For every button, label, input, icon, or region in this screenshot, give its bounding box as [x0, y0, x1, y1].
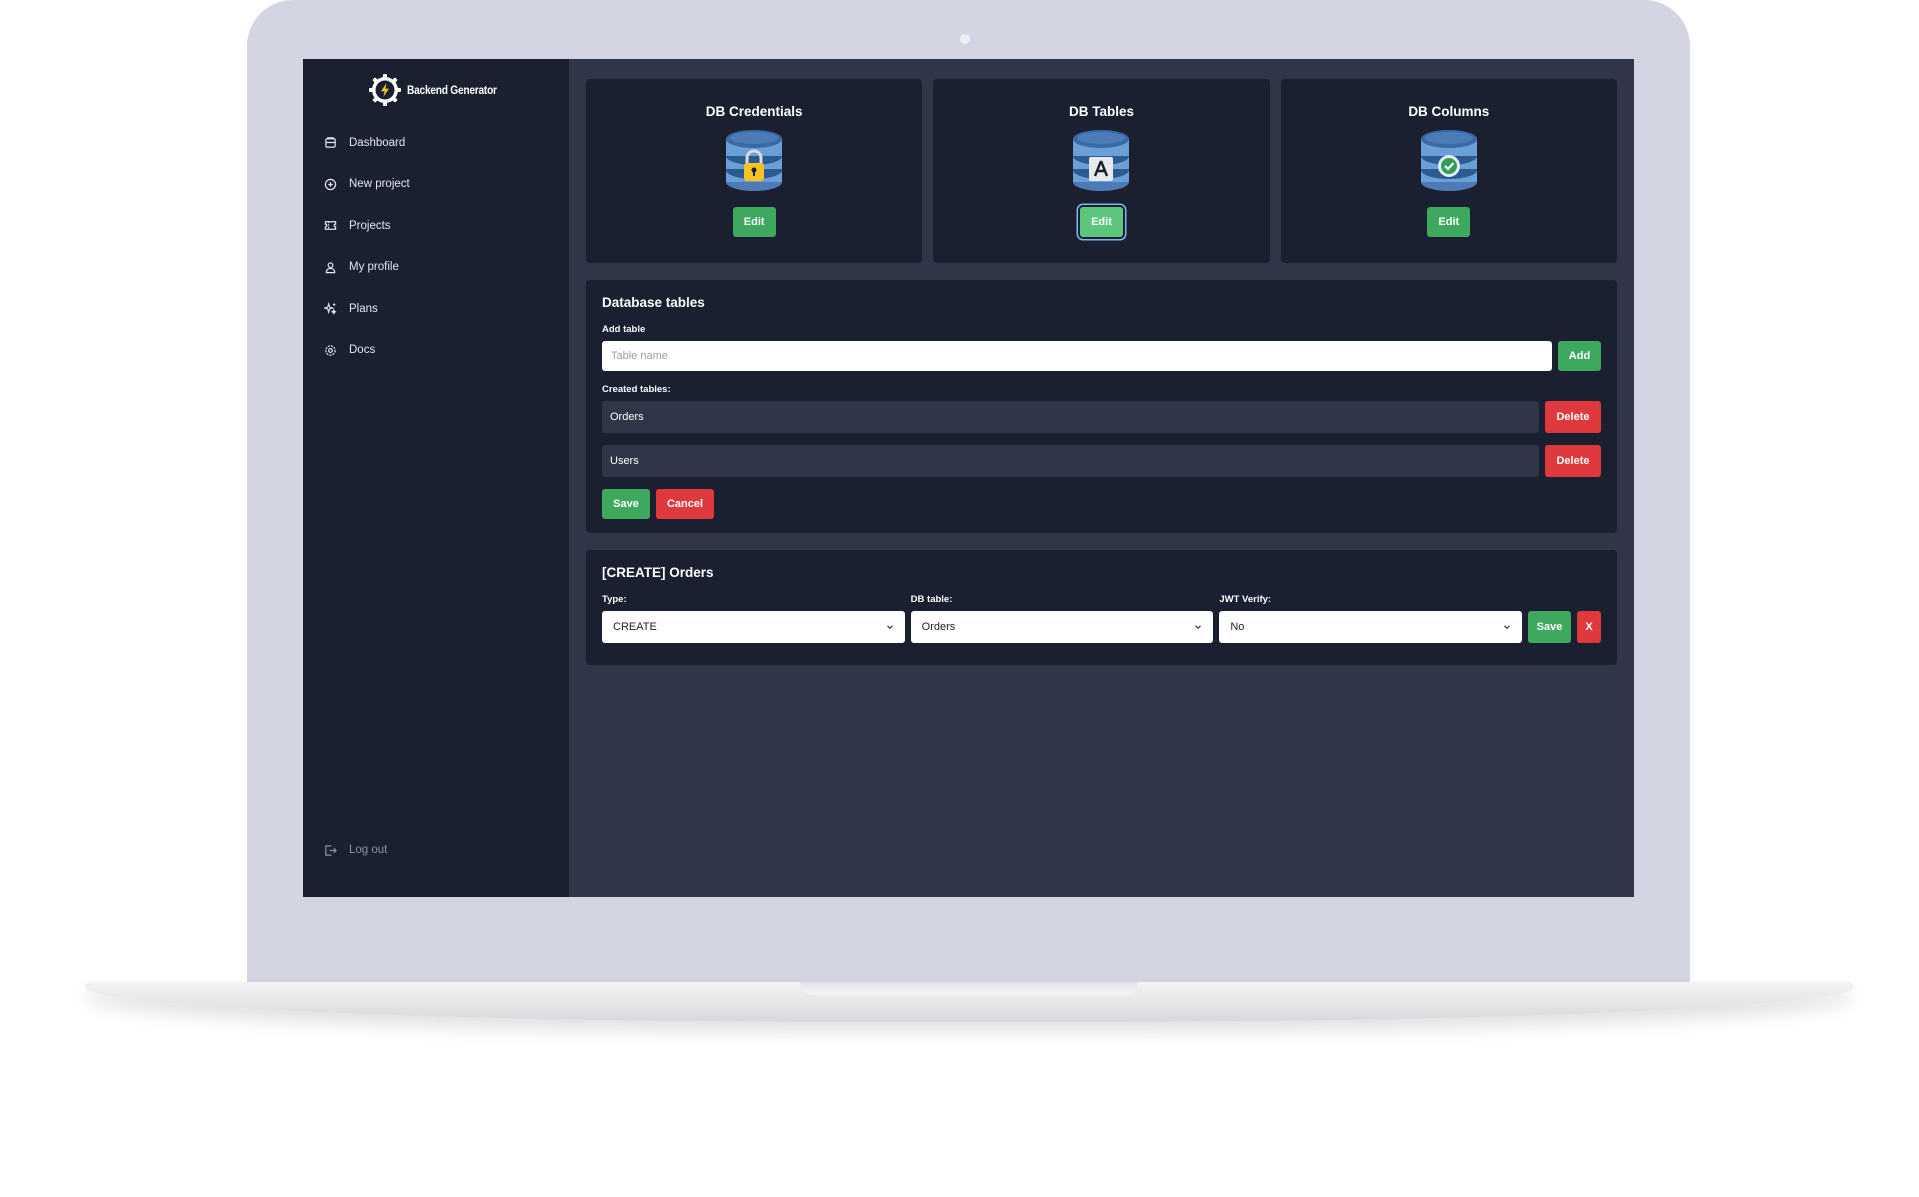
database-lock-icon: [726, 130, 783, 191]
ticket-icon: [324, 219, 337, 232]
sidebar-item-my-profile[interactable]: My profile: [303, 247, 569, 289]
card-title: DB Credentials: [705, 104, 803, 119]
dashboard-icon: [324, 136, 337, 149]
sidebar-item-plans[interactable]: Plans: [303, 288, 569, 330]
sidebar: Backend Generator Dashboard New project …: [303, 59, 569, 897]
cancel-button[interactable]: Cancel: [656, 489, 714, 519]
jwt-verify-select[interactable]: No: [1219, 611, 1523, 643]
plus-circle-icon: [324, 178, 337, 191]
laptop-notch: [800, 982, 1138, 995]
table-row: Orders Delete: [602, 401, 1601, 433]
database-check-icon: [1420, 130, 1477, 191]
logout-icon: [324, 844, 337, 857]
card-title: DB Tables: [1068, 104, 1134, 119]
endpoint-title: [CREATE] Orders: [602, 565, 714, 580]
remove-endpoint-button[interactable]: X: [1577, 611, 1602, 643]
app-screen: Backend Generator Dashboard New project …: [303, 59, 1634, 897]
sidebar-item-docs[interactable]: Docs: [303, 330, 569, 372]
jwt-verify-label: JWT Verify:: [1219, 594, 1272, 605]
app-name: Backend Generator: [406, 83, 497, 97]
type-value: CREATE: [613, 621, 657, 633]
app-logo[interactable]: Backend Generator: [311, 72, 569, 108]
card-db-tables: DB Tables Edit: [933, 79, 1270, 263]
sidebar-item-new-project[interactable]: New project: [303, 164, 569, 206]
sidebar-item-label: Projects: [349, 219, 391, 232]
card-db-columns: DB Columns Edit: [1280, 79, 1617, 263]
delete-table-button[interactable]: Delete: [1545, 445, 1601, 477]
add-table-label: Add table: [602, 324, 646, 335]
sparkles-icon: [324, 302, 337, 315]
gear-icon: [324, 344, 337, 357]
table-name: Orders: [602, 401, 1539, 433]
panel-title: Database tables: [602, 295, 705, 310]
db-table-label: DB table:: [910, 594, 953, 605]
type-select[interactable]: CREATE: [602, 611, 905, 643]
sidebar-item-dashboard[interactable]: Dashboard: [303, 122, 569, 164]
chevron-down-icon: [1195, 625, 1202, 630]
user-icon: [324, 261, 337, 274]
save-tables-button[interactable]: Save: [602, 489, 650, 519]
edit-columns-button[interactable]: Edit: [1427, 207, 1471, 237]
table-name: Users: [602, 445, 1539, 477]
db-table-value: Orders: [921, 621, 956, 633]
table-row: Users Delete: [602, 445, 1601, 477]
type-label: Type:: [602, 594, 627, 605]
card-title: DB Columns: [1408, 104, 1490, 119]
sidebar-item-label: Dashboard: [349, 136, 406, 149]
logout-button[interactable]: Log out: [303, 830, 387, 872]
database-table-icon: [1073, 130, 1130, 191]
jwt-verify-value: No: [1230, 621, 1245, 633]
logout-label: Log out: [349, 844, 388, 857]
config-cards: DB Credentials Edit DB Tables Edit DB Co…: [586, 79, 1617, 263]
sidebar-item-projects[interactable]: Projects: [303, 205, 569, 247]
save-endpoint-button[interactable]: Save: [1528, 611, 1572, 643]
chevron-down-icon: [1504, 625, 1510, 630]
add-table-button[interactable]: Add: [1558, 341, 1601, 371]
sidebar-item-label: New project: [349, 178, 410, 191]
table-name-input[interactable]: [602, 341, 1552, 371]
sidebar-item-label: Plans: [349, 302, 378, 315]
edit-tables-button[interactable]: Edit: [1079, 207, 1123, 237]
edit-credentials-button[interactable]: Edit: [732, 207, 776, 237]
main-content: DB Credentials Edit DB Tables Edit DB Co…: [569, 59, 1634, 897]
sidebar-item-label: Docs: [349, 344, 376, 357]
created-tables-label: Created tables:: [602, 384, 671, 395]
endpoint-panel: [CREATE] Orders Type: CREATE DB table: O…: [586, 550, 1617, 665]
gear-bolt-logo-icon: [368, 74, 401, 106]
sidebar-item-label: My profile: [349, 261, 399, 274]
db-table-select[interactable]: Orders: [910, 611, 1214, 643]
database-tables-panel: Database tables Add table Add Created ta…: [586, 280, 1617, 533]
delete-table-button[interactable]: Delete: [1545, 401, 1601, 433]
camera-dot: [960, 34, 970, 44]
card-db-credentials: DB Credentials Edit: [586, 79, 923, 263]
chevron-down-icon: [886, 625, 893, 630]
